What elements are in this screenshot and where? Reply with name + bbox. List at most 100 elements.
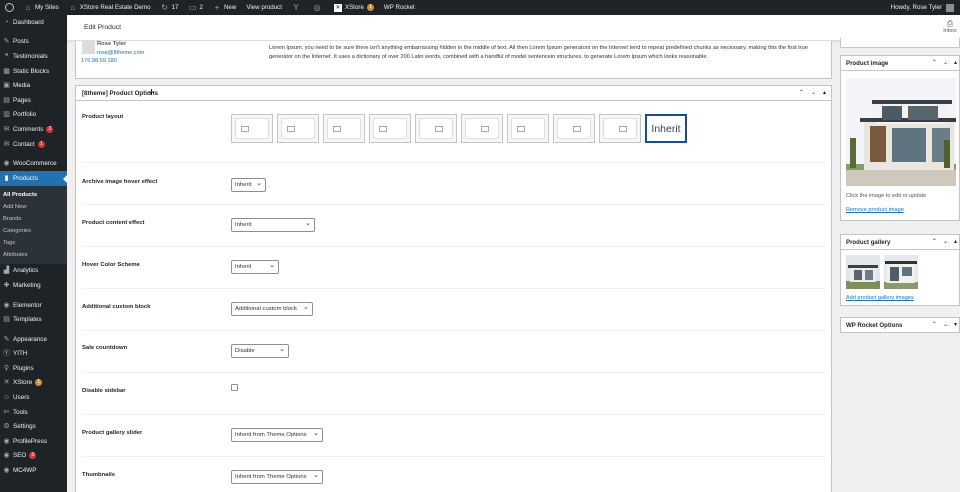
chevron-up-icon[interactable]: ⌃: [799, 89, 804, 96]
new-content-menu[interactable]: + New: [208, 0, 241, 15]
reviewer-ip-link[interactable]: 176.98.69.180: [81, 58, 117, 64]
collapse-toggle-icon[interactable]: ▴: [954, 238, 957, 245]
layout-option[interactable]: [277, 114, 319, 143]
submenu-item-all-products[interactable]: All Products: [0, 189, 67, 201]
layout-option[interactable]: [507, 114, 549, 143]
products-icon: ▮: [4, 174, 9, 182]
gallery-thumbnail[interactable]: [846, 255, 880, 289]
xstore-menu[interactable]: ✕ XStore 1: [329, 0, 379, 15]
view-product-label: View product: [246, 4, 282, 11]
product-gallery-header[interactable]: Product gallery ⌃ ⌄ ▴: [841, 235, 959, 250]
chevron-up-icon[interactable]: ⌃: [932, 238, 937, 245]
sidebar-item-media[interactable]: ▣ Media: [0, 78, 67, 93]
submenu-item-categories[interactable]: Categories: [0, 225, 67, 237]
expand-toggle-icon[interactable]: ▾: [954, 321, 957, 328]
sidebar-item-label: Settings: [13, 423, 36, 431]
gallery-thumbnail[interactable]: [884, 255, 918, 289]
appearance-icon: ✎: [3, 335, 10, 343]
layout-option[interactable]: [231, 114, 273, 143]
sidebar-item-analytics[interactable]: ▟ Analytics: [0, 264, 67, 279]
product-image-header[interactable]: Product image ⌃ ⌄ ▴: [841, 56, 959, 71]
sidebar-item-contact[interactable]: ✉ Contact 1: [0, 137, 67, 152]
sidebar-item-dashboard[interactable]: ◔ Dashboard: [0, 15, 67, 30]
layout-option[interactable]: [553, 114, 595, 143]
sidebar-item-testimonials[interactable]: ❝ Testimonials: [0, 49, 67, 64]
sidebar-item-marketing[interactable]: ✚ Marketing: [0, 278, 67, 293]
sidebar-item-settings[interactable]: ⚙ Settings: [0, 419, 67, 434]
disable-sidebar-checkbox[interactable]: [231, 384, 238, 391]
sidebar-item-mc4wp[interactable]: ◉ MC4WP: [0, 463, 67, 478]
account-menu[interactable]: Howdy, Rose Tyler: [891, 3, 960, 12]
sidebar-item-static-blocks[interactable]: ▦ Static Blocks: [0, 64, 67, 79]
count-badge: 3: [29, 452, 37, 460]
sidebar-item-yith[interactable]: Ⓨ YITH: [0, 347, 67, 362]
layout-option[interactable]: [323, 114, 365, 143]
sync-menu[interactable]: ◎: [308, 0, 329, 15]
comments-button[interactable]: ▭ 2: [183, 0, 207, 15]
sidebar-item-products[interactable]: ▮ Products: [0, 170, 67, 186]
custom-block-select[interactable]: Additional custom block: [231, 302, 313, 316]
sidebar-item-woocommerce[interactable]: ◉ WooCommerce: [0, 156, 67, 171]
layout-option[interactable]: [599, 114, 641, 143]
product-options-header[interactable]: [8theme] Product Options ✛ ⌃ ⌄ ▴: [76, 86, 831, 101]
chevron-down-icon[interactable]: ⌄: [811, 89, 816, 96]
wordpress-logo-button[interactable]: [0, 0, 19, 15]
chevron-down-icon[interactable]: ⌄: [943, 321, 948, 328]
layout-option[interactable]: [369, 114, 411, 143]
layout-option[interactable]: [461, 114, 503, 143]
sites-icon: ⌂: [25, 2, 31, 12]
submenu-item-attributes[interactable]: Attributes: [0, 249, 67, 261]
sidebar-item-comments[interactable]: ✉ Comments 2: [0, 122, 67, 137]
sidebar-item-elementor[interactable]: ◉ Elementor: [0, 298, 67, 313]
my-sites-menu[interactable]: ⌂ My Sites: [19, 0, 64, 15]
sidebar-item-portfolio[interactable]: ▥ Portfolio: [0, 108, 67, 123]
submenu-item-brands[interactable]: Brands: [0, 213, 67, 225]
submenu-item-tags[interactable]: Tags: [0, 237, 67, 249]
layout-option[interactable]: [415, 114, 457, 143]
content-effect-select[interactable]: Inherit: [231, 218, 315, 232]
add-gallery-images-link[interactable]: Add product gallery images: [846, 295, 914, 301]
sidebar-item-label: Templates: [13, 316, 42, 324]
sidebar-item-seo[interactable]: ◉ SEO 3: [0, 449, 67, 464]
updates-button[interactable]: ↻ 17: [156, 0, 184, 15]
sidebar-item-users[interactable]: ☺ Users: [0, 390, 67, 405]
sidebar-item-templates[interactable]: ▤ Templates: [0, 312, 67, 327]
site-name-menu[interactable]: ⌂ XStore Real Estate Demo: [64, 0, 156, 15]
sidebar-item-label: Media: [13, 82, 31, 90]
right-sidebar: Product image ⌃ ⌄ ▴ Click the image to e…: [840, 38, 960, 492]
inbox-button[interactable]: ⎙ Inbox: [942, 19, 958, 34]
review-item: Rose Tyler rose@8theme.com 176.98.69.180…: [75, 41, 832, 79]
sidebar-item-label: MC4WP: [13, 467, 37, 475]
product-image[interactable]: [846, 78, 956, 186]
sidebar-item-profilepress[interactable]: ◉ ProfilePress: [0, 434, 67, 449]
sidebar-item-appearance[interactable]: ✎ Appearance: [0, 332, 67, 347]
sidebar-item-posts[interactable]: ✎ Posts: [0, 35, 67, 50]
sidebar-item-plugins[interactable]: ⚲ Plugins: [0, 361, 67, 376]
product-image-box: Product image ⌃ ⌄ ▴ Click the image to e…: [840, 55, 960, 221]
thumbnails-select[interactable]: Inherit from Theme Options: [231, 470, 323, 484]
sidebar-item-label: ProfilePress: [13, 437, 47, 445]
chevron-up-icon[interactable]: ⌃: [932, 59, 937, 66]
chevron-up-icon[interactable]: ⌃: [932, 321, 937, 328]
reviewer-email-link[interactable]: rose@8theme.com: [97, 50, 144, 56]
remove-product-image-link[interactable]: Remove product image: [846, 207, 904, 213]
wp-rocket-menu[interactable]: WP Rocket: [379, 0, 420, 15]
sidebar-item-tools[interactable]: ✄ Tools: [0, 405, 67, 420]
wp-rocket-options-header[interactable]: WP Rocket Options ⌃ ⌄ ▾: [841, 318, 959, 333]
chevron-down-icon[interactable]: ⌄: [943, 59, 948, 66]
sale-countdown-select[interactable]: Disable: [231, 344, 289, 358]
submenu-item-add-new[interactable]: Add New: [0, 201, 67, 213]
layout-option-inherit[interactable]: Inherit: [645, 114, 687, 143]
view-product-link[interactable]: View product: [241, 0, 287, 15]
sidebar-item-pages[interactable]: ▤ Pages: [0, 93, 67, 108]
chevron-down-icon[interactable]: ⌄: [943, 238, 948, 245]
product-options-box: [8theme] Product Options ✛ ⌃ ⌄ ▴ Product…: [75, 85, 832, 492]
gallery-slider-select[interactable]: Inherit from Theme Options: [231, 428, 323, 442]
yoast-menu[interactable]: Y: [287, 0, 308, 15]
xstore-label: XStore: [345, 4, 364, 11]
sidebar-item-xstore[interactable]: ✕ XStore 1: [0, 376, 67, 391]
color-scheme-select[interactable]: Inherit: [231, 260, 279, 274]
hover-effect-select[interactable]: Inherit: [231, 178, 266, 192]
collapse-toggle-icon[interactable]: ▴: [954, 59, 957, 66]
collapse-toggle-icon[interactable]: ▴: [823, 89, 826, 96]
